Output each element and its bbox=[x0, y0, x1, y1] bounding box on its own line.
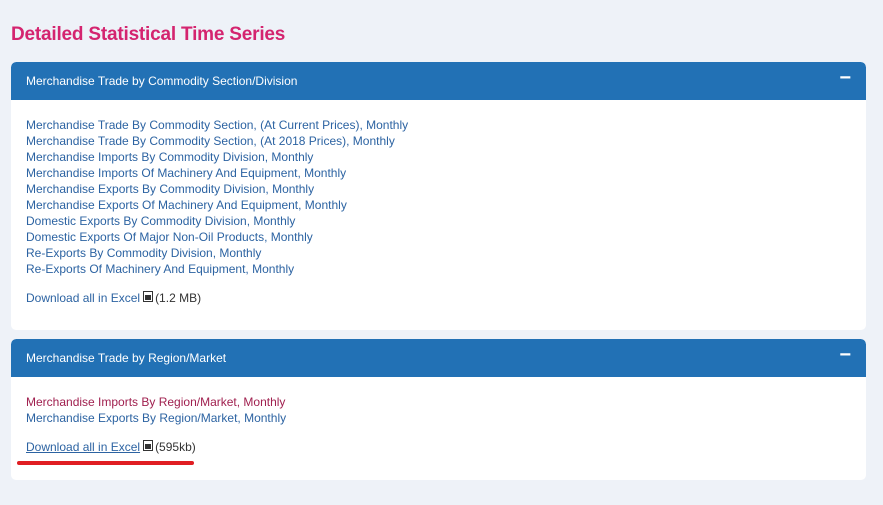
list-item: Merchandise Exports By Commodity Divisio… bbox=[26, 181, 851, 197]
commodity-section-title: Merchandise Trade by Commodity Section/D… bbox=[26, 74, 298, 88]
series-link[interactable]: Merchandise Exports Of Machinery And Equ… bbox=[26, 198, 347, 212]
excel-file-icon[interactable] bbox=[143, 290, 154, 302]
list-item: Merchandise Trade By Commodity Section, … bbox=[26, 117, 851, 133]
list-item: Domestic Exports Of Major Non-Oil Produc… bbox=[26, 229, 851, 245]
commodity-link-list: Merchandise Trade By Commodity Section, … bbox=[26, 117, 851, 277]
list-item: Merchandise Imports Of Machinery And Equ… bbox=[26, 165, 851, 181]
red-underline-annotation bbox=[17, 461, 194, 465]
series-link[interactable]: Merchandise Trade By Commodity Section, … bbox=[26, 118, 408, 132]
series-link[interactable]: Re-Exports Of Machinery And Equipment, M… bbox=[26, 262, 294, 276]
series-link[interactable]: Merchandise Imports By Commodity Divisio… bbox=[26, 150, 313, 164]
page-title: Detailed Statistical Time Series bbox=[11, 24, 286, 45]
download-row: Download all in Excel (1.2 MB) bbox=[26, 290, 851, 306]
region-market-header[interactable]: Merchandise Trade by Region/Market − bbox=[11, 339, 866, 377]
commodity-section-body: Merchandise Trade By Commodity Section, … bbox=[11, 100, 866, 306]
list-item: Merchandise Imports By Commodity Divisio… bbox=[26, 149, 851, 165]
download-excel-link[interactable]: Download all in Excel bbox=[26, 290, 140, 306]
list-item: Merchandise Exports Of Machinery And Equ… bbox=[26, 197, 851, 213]
series-link[interactable]: Re-Exports By Commodity Division, Monthl… bbox=[26, 246, 261, 260]
series-link[interactable]: Merchandise Imports Of Machinery And Equ… bbox=[26, 166, 346, 180]
file-size: (1.2 MB) bbox=[155, 291, 202, 305]
series-link[interactable]: Merchandise Imports By Region/Market, Mo… bbox=[26, 395, 285, 409]
region-link-list: Merchandise Imports By Region/Market, Mo… bbox=[26, 394, 851, 426]
list-item: Merchandise Imports By Region/Market, Mo… bbox=[26, 394, 851, 410]
collapse-minus-icon[interactable]: − bbox=[839, 345, 851, 365]
file-size: (595kb) bbox=[155, 440, 196, 454]
list-item: Merchandise Exports By Region/Market, Mo… bbox=[26, 410, 851, 426]
series-link[interactable]: Merchandise Exports By Region/Market, Mo… bbox=[26, 411, 286, 425]
download-row: Download all in Excel (595kb) bbox=[26, 439, 851, 455]
region-market-body: Merchandise Imports By Region/Market, Mo… bbox=[11, 377, 866, 455]
commodity-section-header[interactable]: Merchandise Trade by Commodity Section/D… bbox=[11, 62, 866, 100]
series-link[interactable]: Domestic Exports Of Major Non-Oil Produc… bbox=[26, 230, 313, 244]
list-item: Re-Exports By Commodity Division, Monthl… bbox=[26, 245, 851, 261]
download-excel-link[interactable]: Download all in Excel bbox=[26, 439, 140, 455]
series-link[interactable]: Merchandise Trade By Commodity Section, … bbox=[26, 134, 395, 148]
commodity-section-panel: Merchandise Trade by Commodity Section/D… bbox=[11, 62, 866, 330]
excel-file-icon[interactable] bbox=[143, 439, 154, 451]
collapse-minus-icon[interactable]: − bbox=[839, 68, 851, 88]
region-market-panel: Merchandise Trade by Region/Market − Mer… bbox=[11, 339, 866, 480]
series-link[interactable]: Domestic Exports By Commodity Division, … bbox=[26, 214, 295, 228]
region-market-title: Merchandise Trade by Region/Market bbox=[26, 351, 227, 365]
list-item: Merchandise Trade By Commodity Section, … bbox=[26, 133, 851, 149]
list-item: Domestic Exports By Commodity Division, … bbox=[26, 213, 851, 229]
series-link[interactable]: Merchandise Exports By Commodity Divisio… bbox=[26, 182, 314, 196]
list-item: Re-Exports Of Machinery And Equipment, M… bbox=[26, 261, 851, 277]
